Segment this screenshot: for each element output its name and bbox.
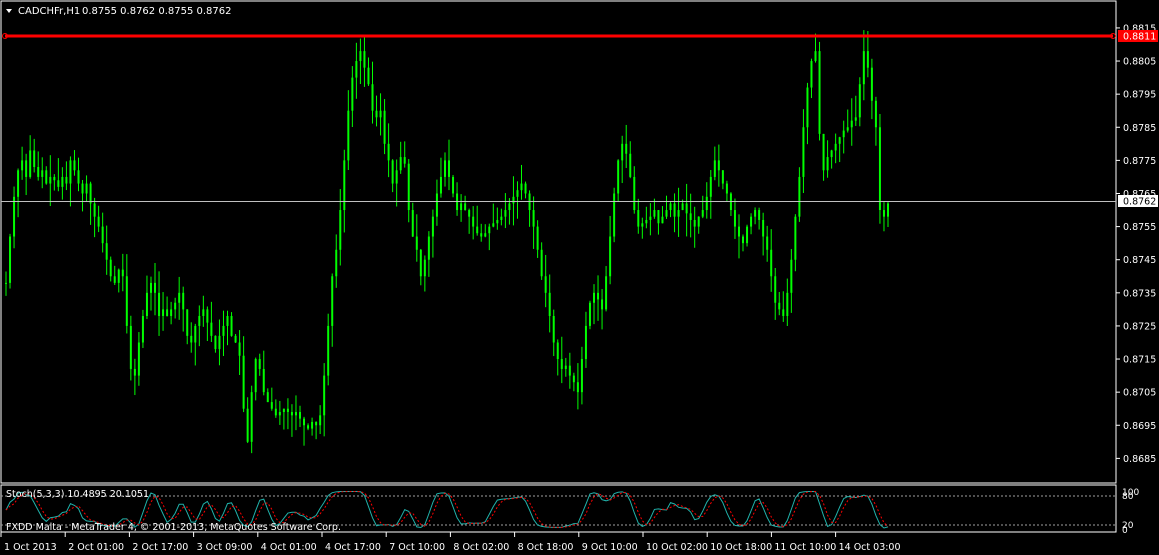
time-tick-label: 10 Oct 18:00 — [710, 542, 772, 553]
price-tick-label: 0.8705 — [1123, 388, 1156, 399]
price-tick-label: 0.8725 — [1123, 321, 1156, 332]
price-tick-label: 0.8775 — [1123, 156, 1156, 167]
chart-window[interactable]: CADCHFr,H1 0.8755 0.8762 0.8755 0.8762 0… — [0, 0, 1159, 555]
time-tick-label: 8 Oct 02:00 — [453, 542, 509, 553]
time-tick-label: 2 Oct 17:00 — [132, 542, 188, 553]
time-tick-label: 4 Oct 17:00 — [325, 542, 381, 553]
stoch-label: Stoch(5,3,3) 10.4895 20.1051 — [6, 489, 149, 500]
price-tick-label: 0.8755 — [1123, 222, 1156, 233]
time-tick-label: 3 Oct 09:00 — [197, 542, 253, 553]
time-tick-label: 8 Oct 18:00 — [518, 542, 574, 553]
price-tick-label: 0.8805 — [1123, 57, 1156, 68]
stoch-axis-80: 80 — [1122, 492, 1134, 502]
time-tick-label: 9 Oct 10:00 — [582, 542, 638, 553]
price-tick-label: 0.8795 — [1123, 90, 1156, 101]
time-tick-label: 14 Oct 03:00 — [839, 542, 901, 553]
time-tick-label: 10 Oct 02:00 — [646, 542, 708, 553]
broker-footer-note: FXDD Malta - MetaTrader 4, © 2001-2013, … — [6, 522, 341, 533]
price-tick-label: 0.8685 — [1123, 454, 1156, 465]
price-tick-label: 0.8715 — [1123, 355, 1156, 366]
price-tick-label: 0.8745 — [1123, 255, 1156, 266]
stoch-axis-0: 0 — [1122, 526, 1128, 536]
price-tick-label: 0.8735 — [1123, 288, 1156, 299]
time-tick-label: 1 Oct 2013 — [4, 542, 57, 553]
time-tick-label: 7 Oct 10:00 — [389, 542, 445, 553]
symbol-label: CADCHFr,H1 — [18, 6, 80, 17]
time-tick-label: 11 Oct 10:00 — [774, 542, 836, 553]
ohlc-values: 0.8755 0.8762 0.8755 0.8762 — [82, 6, 232, 17]
price-tick-label: 0.8785 — [1123, 123, 1156, 134]
current-price-label: 0.8762 — [1123, 197, 1156, 208]
time-tick-label: 2 Oct 01:00 — [68, 542, 124, 553]
time-tick-label: 4 Oct 01:00 — [261, 542, 317, 553]
price-tick-label: 0.8695 — [1123, 421, 1156, 432]
chart-background — [0, 0, 1159, 555]
alert-price-label: 0.8811 — [1123, 32, 1156, 43]
